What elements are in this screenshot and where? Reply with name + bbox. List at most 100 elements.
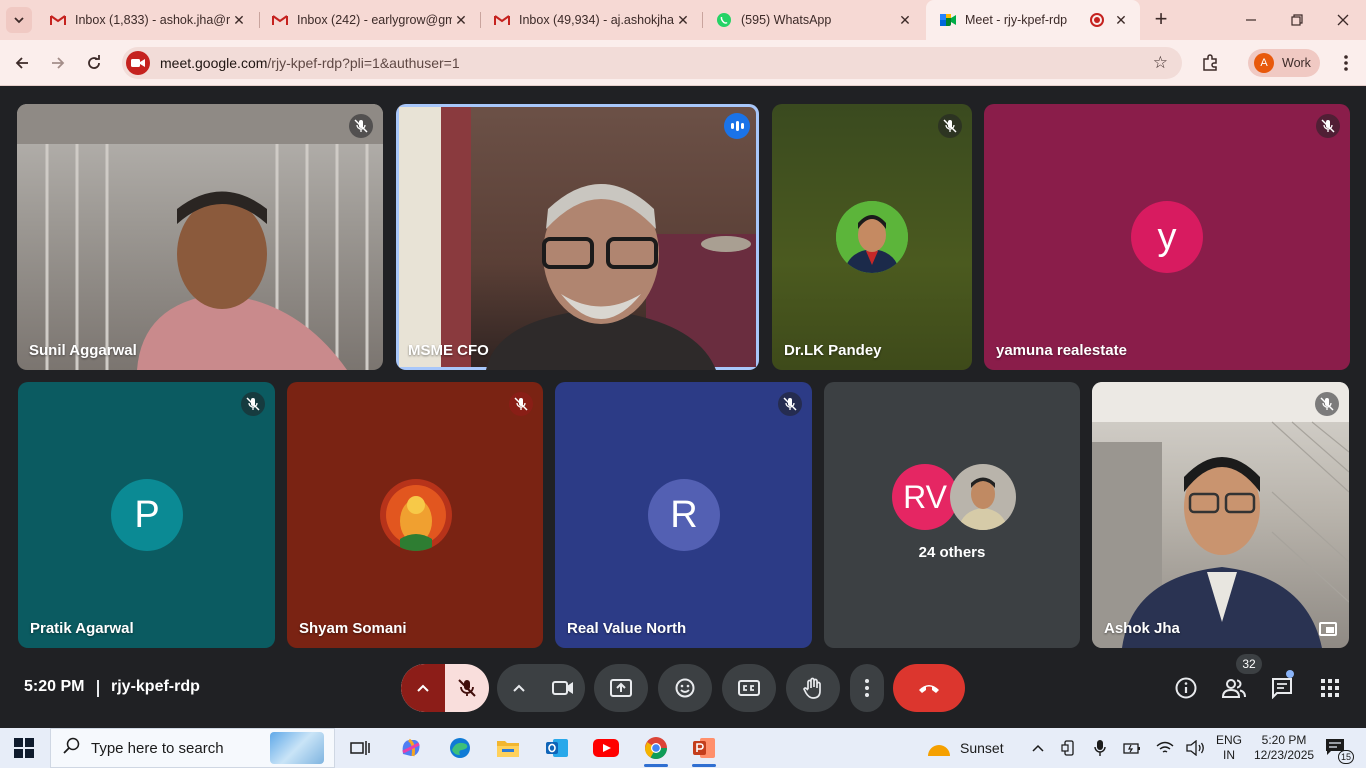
- new-tab-button[interactable]: +: [1150, 8, 1172, 31]
- copilot-icon[interactable]: [397, 734, 425, 762]
- address-bar[interactable]: meet.google.com/rjy-kpef-rdp?pli=1&authu…: [122, 47, 1182, 79]
- present-screen-button[interactable]: [594, 664, 648, 712]
- leave-call-button[interactable]: [893, 664, 965, 712]
- close-icon: [1337, 14, 1349, 26]
- captions-button[interactable]: [722, 664, 776, 712]
- search-icon: [63, 737, 81, 759]
- tab-title: (595) WhatsApp: [741, 13, 832, 27]
- region-code: IN: [1223, 748, 1235, 762]
- wifi-icon[interactable]: [1151, 734, 1179, 762]
- microphone-in-use-icon[interactable]: [1086, 734, 1114, 762]
- people-count-badge: 32: [1236, 654, 1262, 674]
- participant-tile-active-speaker[interactable]: MSME CFO: [396, 104, 759, 370]
- close-tab-icon[interactable]: ✕: [1112, 11, 1130, 29]
- meeting-code: rjy-kpef-rdp: [111, 678, 200, 695]
- mic-off-icon: [509, 392, 533, 416]
- forward-button[interactable]: [44, 49, 72, 77]
- minimize-button[interactable]: [1228, 0, 1274, 40]
- end-call-icon: [919, 685, 939, 693]
- outlook-icon[interactable]: [543, 734, 571, 762]
- video-camera-icon: [126, 51, 150, 75]
- mic-toggle-button[interactable]: [445, 664, 489, 712]
- close-window-button[interactable]: [1320, 0, 1366, 40]
- close-tab-icon[interactable]: ✕: [230, 11, 248, 29]
- notification-count: 15: [1338, 750, 1354, 764]
- gmail-icon: [272, 12, 288, 28]
- tab-gmail-3[interactable]: Inbox (49,934) - aj.ashokjha0 ✕: [480, 0, 702, 40]
- close-tab-icon[interactable]: ✕: [896, 11, 914, 29]
- chevron-up-icon: [1032, 744, 1044, 752]
- input-language-indicator[interactable]: ENG IN: [1216, 732, 1242, 764]
- picture-in-picture-icon[interactable]: [1319, 622, 1337, 636]
- reactions-button[interactable]: [658, 664, 712, 712]
- weather-widget[interactable]: Sunset: [926, 728, 1004, 768]
- chrome-icon[interactable]: [642, 734, 670, 767]
- show-hidden-icons-button[interactable]: [1024, 734, 1052, 762]
- participant-tile[interactable]: R Real Value North: [555, 382, 812, 648]
- chevron-down-icon: [14, 17, 24, 24]
- participant-tile-self[interactable]: Ashok Jha: [1092, 382, 1349, 648]
- meet-icon: [940, 12, 956, 28]
- participant-tile[interactable]: Dr.LK Pandey: [772, 104, 972, 370]
- windows-start-button[interactable]: [14, 738, 34, 758]
- raise-hand-button[interactable]: [786, 664, 840, 712]
- battery-icon[interactable]: [1118, 734, 1146, 762]
- sunset-icon: [928, 745, 950, 756]
- tab-title: Inbox (1,833) - ashok.jha@re: [75, 13, 230, 27]
- participant-tile[interactable]: Sunil Aggarwal: [17, 104, 383, 370]
- more-options-button[interactable]: [850, 664, 884, 712]
- gmail-icon: [50, 12, 66, 28]
- puzzle-icon: [1203, 54, 1217, 71]
- tab-whatsapp[interactable]: (595) WhatsApp ✕: [702, 0, 924, 40]
- participant-tile[interactable]: y yamuna realestate: [984, 104, 1350, 370]
- meeting-details-button[interactable]: [1172, 674, 1200, 702]
- profile-label: Work: [1282, 56, 1311, 70]
- present-screen-icon: [610, 679, 632, 697]
- tab-search-button[interactable]: [6, 7, 32, 33]
- mic-off-icon: [349, 114, 373, 138]
- camera-toggle-button[interactable]: [541, 664, 585, 712]
- youtube-icon[interactable]: [592, 734, 620, 762]
- participant-name: Shyam Somani: [299, 620, 407, 637]
- tab-strip: Inbox (1,833) - ashok.jha@re ✕ Inbox (24…: [0, 0, 1366, 40]
- close-tab-icon[interactable]: ✕: [674, 11, 692, 29]
- participant-tile[interactable]: Shyam Somani: [287, 382, 543, 648]
- tab-title: Inbox (242) - earlygrow@gm: [297, 13, 452, 27]
- meeting-time: 5:20 PM: [24, 678, 85, 695]
- browser-menu-button[interactable]: [1332, 49, 1360, 77]
- participant-tile[interactable]: P Pratik Agarwal: [18, 382, 275, 648]
- system-clock[interactable]: 5:20 PM 12/23/2025: [1254, 731, 1314, 765]
- extensions-button[interactable]: [1196, 49, 1224, 77]
- tab-meet[interactable]: Meet - rjy-kpef-rdp ✕: [926, 0, 1140, 40]
- phone-link-icon[interactable]: [1055, 734, 1083, 762]
- mic-off-icon: [241, 392, 265, 416]
- tab-title: Inbox (49,934) - aj.ashokjha0: [519, 13, 674, 27]
- video-options-button[interactable]: [497, 664, 541, 712]
- file-explorer-icon[interactable]: [494, 734, 522, 762]
- profile-chip[interactable]: A Work: [1248, 49, 1320, 77]
- chat-button[interactable]: [1268, 674, 1296, 702]
- restore-button[interactable]: [1274, 0, 1320, 40]
- camera-control: [497, 664, 585, 712]
- people-button[interactable]: [1220, 674, 1248, 702]
- tab-gmail-2[interactable]: Inbox (242) - earlygrow@gm ✕: [258, 0, 480, 40]
- close-tab-icon[interactable]: ✕: [452, 11, 470, 29]
- reload-button[interactable]: [80, 49, 108, 77]
- edge-icon[interactable]: [446, 734, 474, 762]
- back-button[interactable]: [8, 49, 36, 77]
- audio-options-button[interactable]: [401, 664, 445, 712]
- activities-button[interactable]: [1316, 674, 1344, 702]
- avatar: P: [111, 479, 183, 551]
- video-camera-icon: [552, 681, 573, 695]
- task-view-icon[interactable]: [346, 734, 374, 762]
- bookmark-star-icon[interactable]: ☆: [1153, 53, 1168, 73]
- url-text: meet.google.com/rjy-kpef-rdp?pli=1&authu…: [160, 55, 460, 71]
- tab-gmail-1[interactable]: Inbox (1,833) - ashok.jha@re ✕: [36, 0, 258, 40]
- minimize-icon: [1246, 19, 1256, 21]
- search-highlight-image[interactable]: [270, 732, 324, 764]
- whatsapp-icon: [716, 12, 732, 28]
- powerpoint-icon[interactable]: [690, 734, 718, 767]
- others-tile[interactable]: RV 24 others: [824, 382, 1080, 648]
- notifications-button[interactable]: 15: [1322, 734, 1354, 764]
- volume-icon[interactable]: [1182, 734, 1210, 762]
